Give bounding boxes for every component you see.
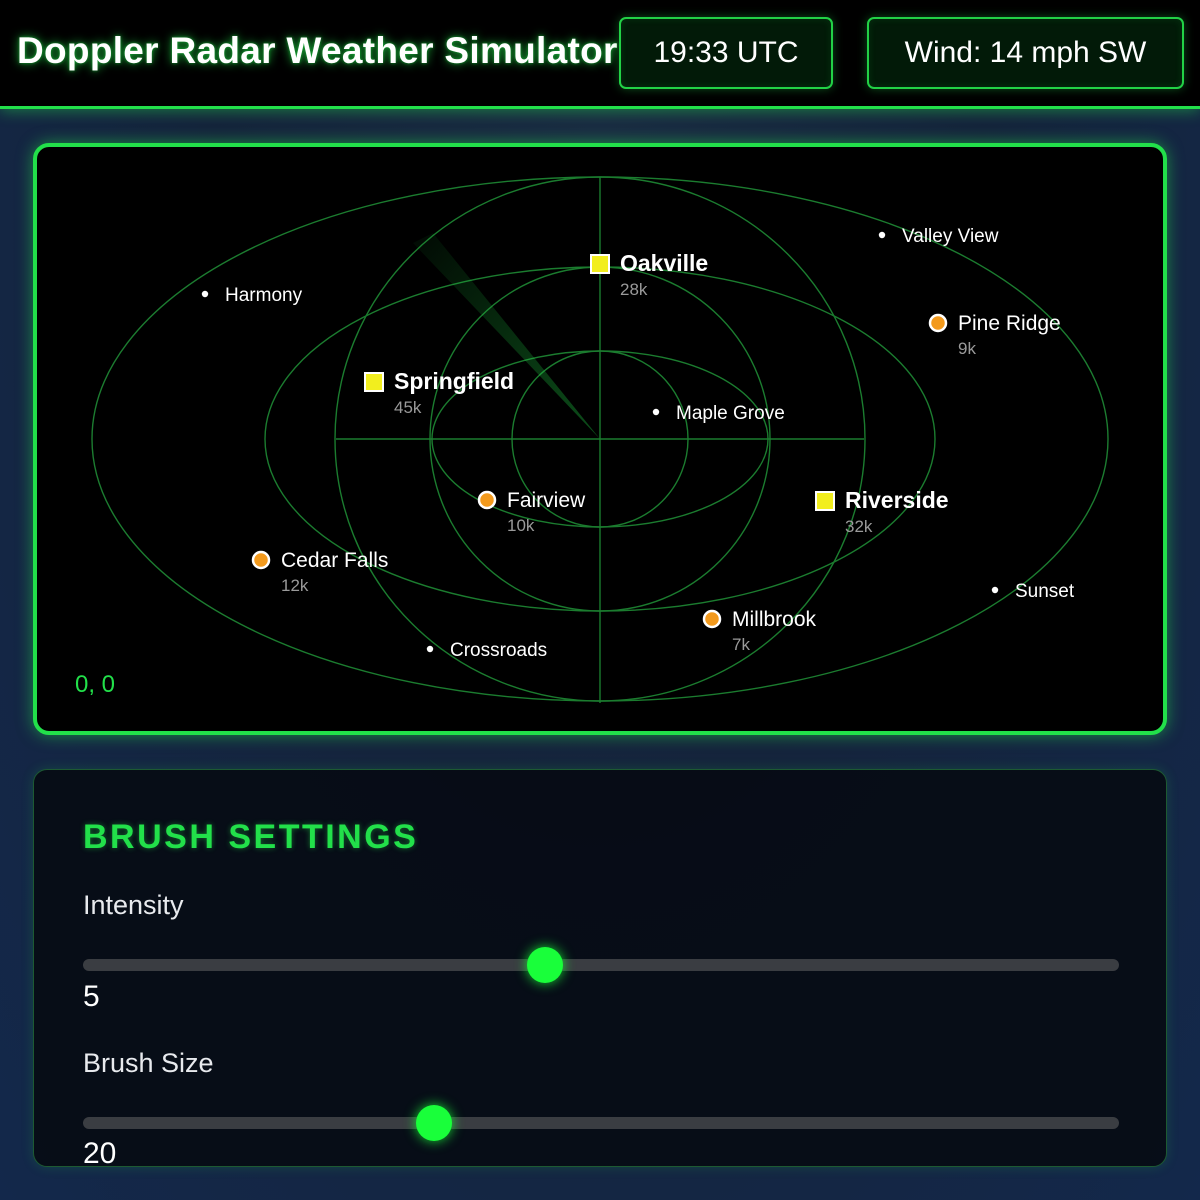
intensity-value: 5 <box>83 980 100 1013</box>
utc-time-display: 19:33 UTC <box>619 17 833 89</box>
town-marker-icon <box>477 490 497 510</box>
town-marker-icon <box>928 313 948 333</box>
city-population-label: 7k <box>732 635 750 654</box>
town-marker-icon <box>251 550 271 570</box>
brush-size-slider[interactable] <box>83 1105 1119 1141</box>
city-population-label: 28k <box>620 280 648 299</box>
city-name-label: Sunset <box>1015 581 1075 602</box>
city-population-label: 45k <box>394 398 422 417</box>
radar-canvas[interactable]: Oakville 28k Springfield 45k Riverside 32k Pin… <box>33 143 1167 735</box>
major-city-marker-icon <box>815 491 835 511</box>
city-valley-view: Valley View <box>878 226 999 247</box>
city-name-label: Springfield <box>394 368 514 394</box>
city-oakville: Oakville 28k <box>590 250 708 299</box>
city-name-label: Maple Grove <box>676 403 785 424</box>
city-name-label: Riverside <box>845 487 949 513</box>
city-name-label: Crossroads <box>450 640 547 661</box>
village-marker-icon <box>991 586 999 594</box>
wind-display: Wind: 14 mph SW <box>867 17 1184 89</box>
radar-panel[interactable]: Oakville 28k Springfield 45k Riverside 32k Pin… <box>33 143 1167 735</box>
major-city-marker-icon <box>590 254 610 274</box>
city-population-label: 9k <box>958 339 976 358</box>
city-sunset: Sunset <box>991 581 1075 602</box>
brush-size-value: 20 <box>83 1137 117 1167</box>
app-title: Doppler Radar Weather Simulator <box>17 30 618 71</box>
city-name-label: Cedar Falls <box>281 549 388 572</box>
brush-size-label: Brush Size <box>83 1048 214 1078</box>
village-marker-icon <box>426 645 434 653</box>
major-city-marker-icon <box>364 372 384 392</box>
city-population-label: 32k <box>845 517 873 536</box>
city-name-label: Oakville <box>620 250 708 276</box>
city-name-label: Pine Ridge <box>958 312 1061 335</box>
intensity-label: Intensity <box>83 890 184 920</box>
city-population-label: 10k <box>507 516 535 535</box>
brush-settings-panel: BRUSH SETTINGS Intensity 5 Brush Size 20 <box>33 769 1167 1167</box>
city-harmony: Harmony <box>201 285 303 306</box>
town-marker-icon <box>702 609 722 629</box>
cursor-coordinates: 0, 0 <box>75 671 116 698</box>
city-maple-grove: Maple Grove <box>652 403 785 424</box>
intensity-slider-thumb[interactable] <box>527 947 564 983</box>
city-crossroads: Crossroads <box>426 640 547 661</box>
village-marker-icon <box>652 408 660 416</box>
city-pine-ridge: Pine Ridge 9k <box>928 312 1061 358</box>
village-marker-icon <box>878 231 886 239</box>
city-markers: Oakville 28k Springfield 45k Riverside 32k Pin… <box>201 226 1075 661</box>
city-population-label: 12k <box>281 576 309 595</box>
city-name-label: Valley View <box>902 226 999 247</box>
radar-sweep <box>413 233 600 439</box>
brush-size-slider-thumb[interactable] <box>416 1105 453 1141</box>
village-marker-icon <box>201 290 209 298</box>
city-name-label: Millbrook <box>732 608 817 631</box>
app-header: Doppler Radar Weather Simulator 19:33 UT… <box>0 0 1200 109</box>
city-riverside: Riverside 32k <box>815 487 949 536</box>
city-name-label: Harmony <box>225 285 303 306</box>
city-fairview: Fairview 10k <box>477 489 586 535</box>
city-springfield: Springfield 45k <box>364 368 514 417</box>
city-name-label: Fairview <box>507 489 586 512</box>
brush-settings-title: BRUSH SETTINGS <box>83 818 419 856</box>
city-cedar-falls: Cedar Falls 12k <box>251 549 388 595</box>
intensity-slider[interactable] <box>83 947 1119 983</box>
